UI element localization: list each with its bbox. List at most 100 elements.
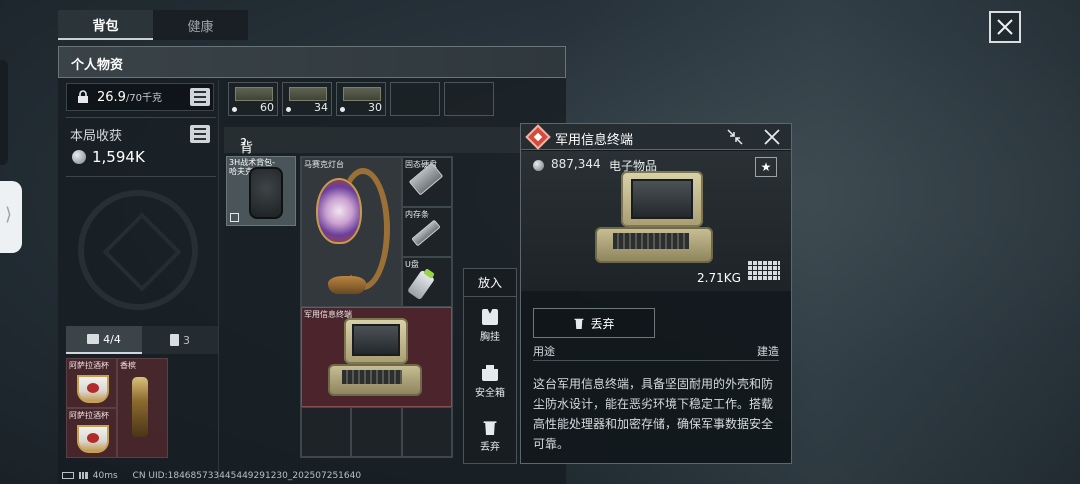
side-drawer-handle[interactable]: ⟩ [0,181,22,253]
favorite-button[interactable]: ★ [755,157,777,177]
weight-value: 26.9/70千克 [97,89,162,105]
empty-slot[interactable] [390,82,440,116]
pouch-tabs: 4/4 3 [66,326,218,354]
star-icon: ★ [760,160,772,174]
tab-health[interactable]: 健康 [153,10,248,40]
pouch-count: 4/4 [103,332,121,346]
ping: 40ms [92,471,118,481]
safe-box-label: 安全箱 [475,388,505,399]
item-label: 阿萨拉酒杯 [69,361,109,370]
item-detail-header: 军用信息终端 [521,124,791,150]
lamp-globe-icon [316,178,362,244]
list-icon[interactable] [190,88,210,106]
canister-icon [170,334,179,346]
personal-title: 个人物资 [71,58,124,73]
vest-label: 胸挂 [480,332,500,343]
item-weight: 2.71KG [697,271,741,285]
discard-button-label: 丢弃 [590,316,615,331]
signal-icon [78,472,88,479]
inventory-item-lamp[interactable]: 马赛克灯台 [301,157,402,307]
status-bar: 40ms CN UID:184685733445449291230_202507… [62,471,361,481]
ammo-slot[interactable]: 60 [228,82,278,116]
item-label: 马赛克灯台 [304,160,344,169]
round-gain-value: 1,594K [92,148,145,166]
briefcase-icon [87,334,100,344]
goblet-icon [77,425,109,453]
chevron-right-icon: ⟩ [5,204,13,225]
backpack-grid: 马赛克灯台 固态硬盘 内存条 U盘 军用信息终端 [300,156,453,458]
tab-vest[interactable]: 3 [142,326,218,354]
goblet-icon [77,375,109,403]
item-label: U盘 [405,260,419,269]
backpack-header: 背包：15/18 ? [224,127,524,190]
pouch-item[interactable]: 香槟 [117,358,168,458]
ammo-box-icon [235,87,273,101]
left-edge-panel [0,60,8,165]
discard-action-button[interactable]: 丢弃 [464,419,516,453]
list-icon[interactable] [190,125,210,143]
terminal-preview-icon [591,171,717,271]
pouch-item[interactable]: 阿萨拉酒杯 [66,358,117,408]
weight-icon [78,90,88,103]
top-tabs: 背包 健康 [58,10,248,40]
item-detail-panel: 军用信息终端 887,344 电子物品 ★ 2.71KG 丢弃 用途 建造 这台… [520,123,792,464]
empty-cell[interactable] [301,407,351,457]
champagne-icon [132,377,148,437]
tab-pouch[interactable]: 4/4 [66,326,142,354]
backpack-icon [249,167,283,219]
ram-icon [411,219,441,247]
ammo-slot[interactable]: 30 [336,82,386,116]
pouch-grid: 阿萨拉酒杯 香槟 阿萨拉酒杯 [66,358,168,458]
backpack-equip-slot[interactable]: 3H战术背包-哈夫克 [226,156,296,226]
dot-icon [286,107,291,112]
put-into-vest-button[interactable]: 胸挂 [464,309,516,343]
ammo-box-icon [289,87,327,101]
battery-icon [62,472,74,479]
tab-backpack[interactable]: 背包 [58,10,153,40]
item-preview: 887,344 电子物品 ★ 2.71KG [521,151,791,291]
ammo-slot[interactable]: 34 [282,82,332,116]
inventory-item-terminal[interactable]: 军用信息终端 [301,307,452,407]
close-icon[interactable] [763,128,781,146]
dot-icon [232,107,237,112]
weight-max: /70千克 [125,93,163,104]
empty-cell[interactable] [402,407,452,457]
divider [66,176,216,177]
help-icon[interactable]: ? [240,137,247,152]
empty-cell[interactable] [351,407,402,457]
lamp-base-icon [328,276,366,294]
item-price: 887,344 [551,157,601,171]
collapse-icon[interactable] [727,129,743,145]
uid-text: CN UID:184685733445449291230_20250725164… [132,471,362,481]
usage-value: 建造 [757,345,779,358]
item-description: 这台军用信息终端，具备坚固耐用的外壳和防尘防水设计，能在恶劣环境下稳定工作。搭载… [533,377,774,451]
inventory-item-ram[interactable]: 内存条 [402,207,452,257]
round-gain-label: 本局收获 [70,129,123,144]
coin-icon [72,150,86,164]
terminal-case-icon [324,318,424,402]
inventory-item-ssd[interactable]: 固态硬盘 [402,157,452,207]
personal-header: 个人物资 [58,46,566,78]
close-inventory-button[interactable] [989,11,1021,43]
dot-icon [340,107,345,112]
vest-icon [482,309,498,325]
vest-count: 3 [183,333,190,347]
trash-icon [574,318,584,329]
inspect-icon [230,213,239,222]
put-into-safebox-button[interactable]: 安全箱 [464,365,516,399]
divider [66,117,216,118]
divider [218,80,219,480]
inventory-item-usb[interactable]: U盘 [402,257,452,307]
item-label: 阿萨拉酒杯 [69,411,109,420]
close-icon [997,19,1013,35]
discard-button[interactable]: 丢弃 [533,308,655,338]
usage-row: 用途 建造 [533,343,779,361]
safe-box-icon [482,365,498,381]
pouch-item[interactable]: 阿萨拉酒杯 [66,408,117,458]
weight-current: 26.9 [97,90,126,105]
usb-icon [406,269,436,301]
discard-label: 丢弃 [480,442,500,453]
empty-slot[interactable] [444,82,494,116]
usage-label: 用途 [533,345,555,358]
item-label: 香槟 [120,361,136,370]
